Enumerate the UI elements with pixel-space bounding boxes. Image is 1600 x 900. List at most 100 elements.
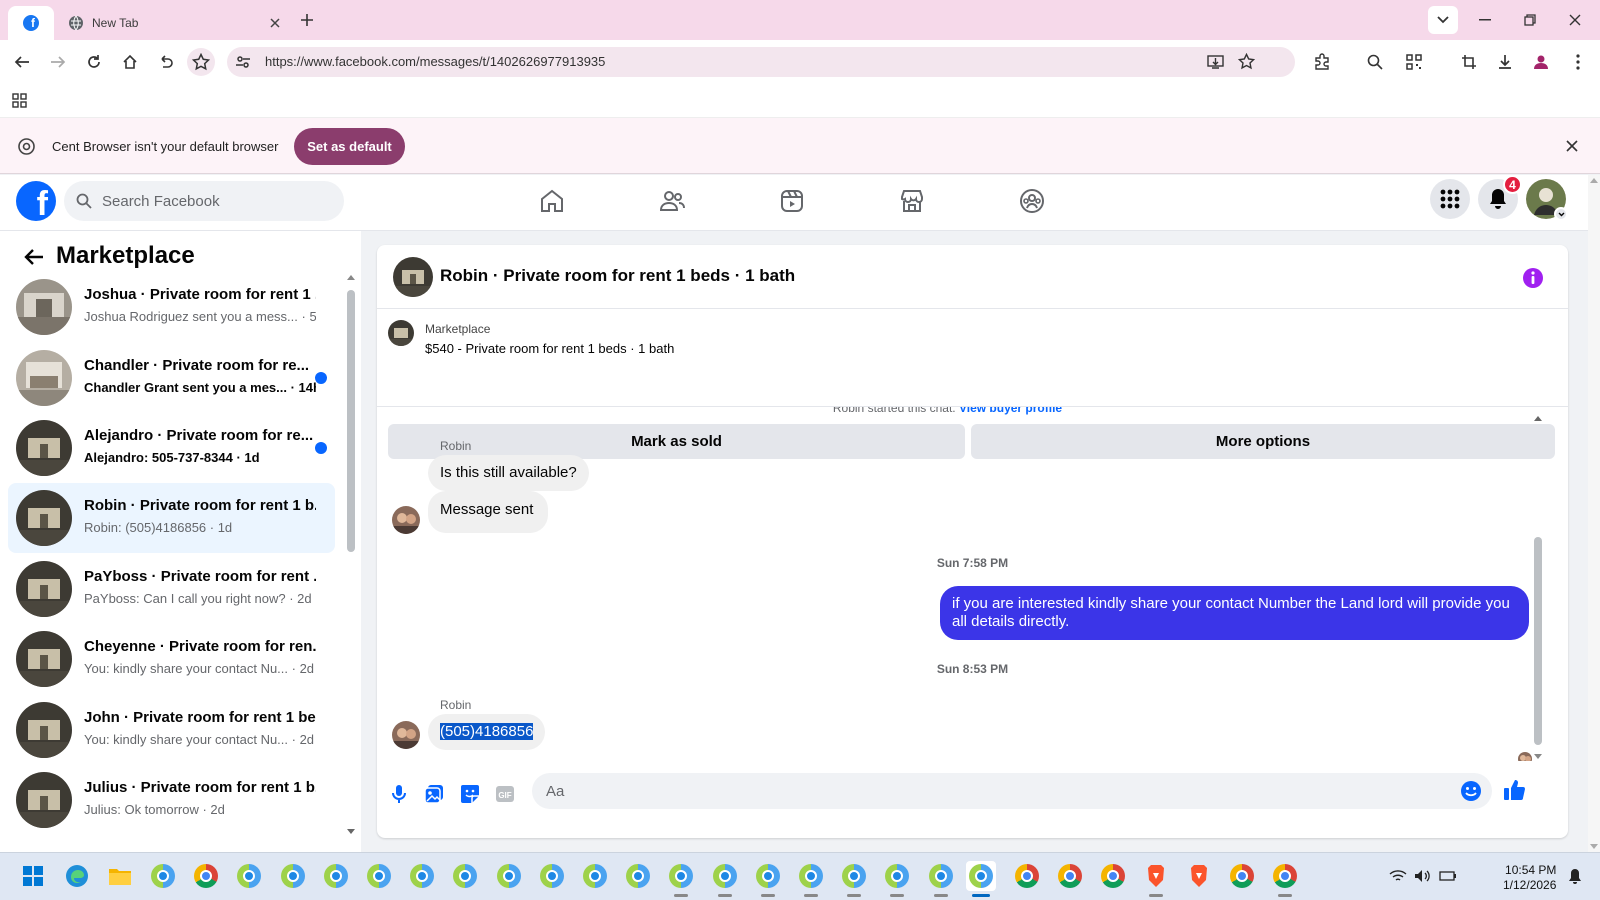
microphone-icon[interactable] — [386, 781, 412, 807]
undo-close-button[interactable] — [151, 48, 179, 76]
sender-avatar[interactable] — [392, 721, 420, 749]
chrome-icon[interactable] — [1227, 861, 1257, 891]
nav-home-icon[interactable] — [522, 179, 582, 223]
chrome-icon[interactable] — [1098, 861, 1128, 891]
browser-profile-icon[interactable] — [234, 861, 264, 891]
profile-icon[interactable] — [1527, 48, 1555, 76]
page-scrollbar[interactable] — [1588, 175, 1600, 852]
install-app-icon[interactable] — [1207, 54, 1224, 70]
forward-button[interactable] — [44, 48, 72, 76]
battery-icon[interactable] — [1433, 861, 1463, 891]
browser-profile-icon[interactable] — [926, 861, 956, 897]
conversation-list-scrollbar[interactable] — [345, 272, 357, 835]
conversation-item[interactable]: Chandler · Private room for re... Chandl… — [8, 343, 335, 413]
facebook-search[interactable] — [64, 181, 344, 221]
conversation-item[interactable]: Julius · Private room for rent 1 b... Ju… — [8, 765, 335, 835]
url-text[interactable]: https://www.facebook.com/messages/t/1402… — [265, 54, 605, 69]
thumbs-up-icon[interactable] — [1502, 777, 1528, 803]
chat-avatar[interactable] — [393, 257, 433, 297]
chrome-icon[interactable] — [1270, 861, 1300, 897]
chrome-icon[interactable] — [1012, 861, 1042, 891]
reload-button[interactable] — [80, 48, 108, 76]
browser-profile-icon[interactable] — [148, 861, 178, 891]
conversation-item-selected[interactable]: Robin · Private room for rent 1 b... Rob… — [8, 483, 335, 553]
listing-title[interactable]: $540 - Private room for rent 1 beds · 1 … — [425, 341, 674, 356]
scrollbar-thumb[interactable] — [1534, 537, 1542, 745]
zoom-search-icon[interactable] — [1361, 48, 1389, 76]
browser-profile-icon[interactable] — [839, 861, 869, 897]
notification-center-icon[interactable] — [1560, 861, 1590, 891]
set-as-default-button[interactable]: Set as default — [294, 128, 405, 165]
tab-new-tab[interactable]: New Tab — [64, 6, 284, 40]
back-button[interactable] — [8, 48, 36, 76]
browser-profile-icon[interactable] — [753, 861, 783, 897]
gif-icon[interactable]: GIF — [492, 781, 518, 807]
message-bubble[interactable]: (505)4186856 — [428, 714, 546, 750]
tab-facebook[interactable]: f — [8, 6, 54, 40]
system-clock[interactable]: 10:54 PM 1/12/2026 — [1503, 863, 1556, 893]
bookmark-star-icon[interactable] — [1238, 53, 1255, 70]
qr-code-icon[interactable] — [1400, 48, 1428, 76]
conversation-item[interactable]: Cheyenne · Private room for ren... You: … — [8, 624, 335, 694]
extensions-icon[interactable] — [1308, 48, 1336, 76]
emoji-icon[interactable] — [1460, 780, 1482, 802]
chrome-icon[interactable] — [191, 861, 221, 891]
browser-profile-icon[interactable] — [666, 861, 696, 897]
scroll-down-icon[interactable] — [347, 829, 355, 835]
restore-button[interactable] — [1515, 6, 1545, 34]
browser-profile-icon[interactable] — [623, 861, 653, 891]
brave-icon[interactable] — [1141, 861, 1171, 897]
conversation-item[interactable]: John · Private room for rent 1 be... You… — [8, 695, 335, 765]
browser-profile-icon-active[interactable] — [966, 861, 996, 897]
browser-profile-icon[interactable] — [882, 861, 912, 897]
new-tab-button[interactable] — [292, 6, 322, 34]
selected-phone-number[interactable]: (505)4186856 — [440, 723, 534, 740]
close-window-button[interactable] — [1560, 6, 1590, 34]
infobar-close-icon[interactable] — [1566, 140, 1578, 152]
notifications-button[interactable]: 4 — [1478, 175, 1522, 219]
scroll-down-icon[interactable] — [1534, 754, 1542, 760]
chat-title[interactable]: Robin · Private room for rent 1 beds · 1… — [440, 266, 795, 286]
scrollbar-thumb[interactable] — [347, 290, 355, 552]
outgoing-message-bubble[interactable]: if you are interested kindly share your … — [940, 586, 1529, 640]
message-input-box[interactable] — [532, 773, 1492, 809]
site-settings-icon[interactable] — [235, 54, 251, 70]
scroll-up-icon[interactable] — [1534, 415, 1542, 421]
message-input[interactable] — [546, 782, 1446, 800]
scroll-up-icon[interactable] — [347, 274, 355, 280]
browser-profile-icon[interactable] — [278, 861, 308, 891]
conversation-item[interactable]: Alejandro · Private room for re... Aleja… — [8, 413, 335, 483]
browser-profile-icon[interactable] — [710, 861, 740, 897]
crop-screenshot-icon[interactable] — [1455, 48, 1483, 76]
browser-profile-icon[interactable] — [796, 861, 826, 897]
message-bubble[interactable]: Message sent — [428, 491, 549, 533]
bookmark-star-button[interactable] — [187, 48, 215, 76]
scroll-up-icon[interactable] — [1590, 177, 1598, 183]
nav-groups-icon[interactable] — [1002, 179, 1062, 223]
sticker-icon[interactable] — [457, 781, 483, 807]
menu-grid-button[interactable] — [1430, 179, 1470, 219]
photo-icon[interactable] — [421, 781, 447, 807]
thread-scrollbar[interactable] — [1532, 415, 1544, 760]
minimize-button[interactable] — [1470, 6, 1500, 34]
search-input[interactable] — [102, 192, 322, 210]
view-buyer-profile-link[interactable]: View buyer profile — [959, 407, 1062, 415]
nav-friends-icon[interactable] — [642, 179, 702, 223]
scroll-down-icon[interactable] — [1590, 844, 1598, 850]
account-avatar[interactable] — [1526, 179, 1568, 221]
browser-profile-icon[interactable] — [321, 861, 351, 891]
browser-profile-icon[interactable] — [407, 861, 437, 891]
edge-icon[interactable] — [62, 861, 92, 891]
address-bar[interactable]: https://www.facebook.com/messages/t/1402… — [227, 47, 1295, 77]
browser-profile-icon[interactable] — [450, 861, 480, 891]
conversation-item[interactable]: Joshua · Private room for rent 1 ... Jos… — [8, 272, 335, 342]
tab-search-button[interactable] — [1428, 6, 1458, 34]
browser-menu-icon[interactable] — [1564, 48, 1592, 76]
file-explorer-icon[interactable] — [105, 861, 135, 891]
browser-profile-icon[interactable] — [494, 861, 524, 891]
chrome-icon[interactable] — [1055, 861, 1085, 891]
browser-profile-icon[interactable] — [537, 861, 567, 891]
sender-avatar[interactable] — [392, 506, 420, 534]
back-arrow-icon[interactable] — [18, 241, 50, 273]
browser-profile-icon[interactable] — [364, 861, 394, 891]
